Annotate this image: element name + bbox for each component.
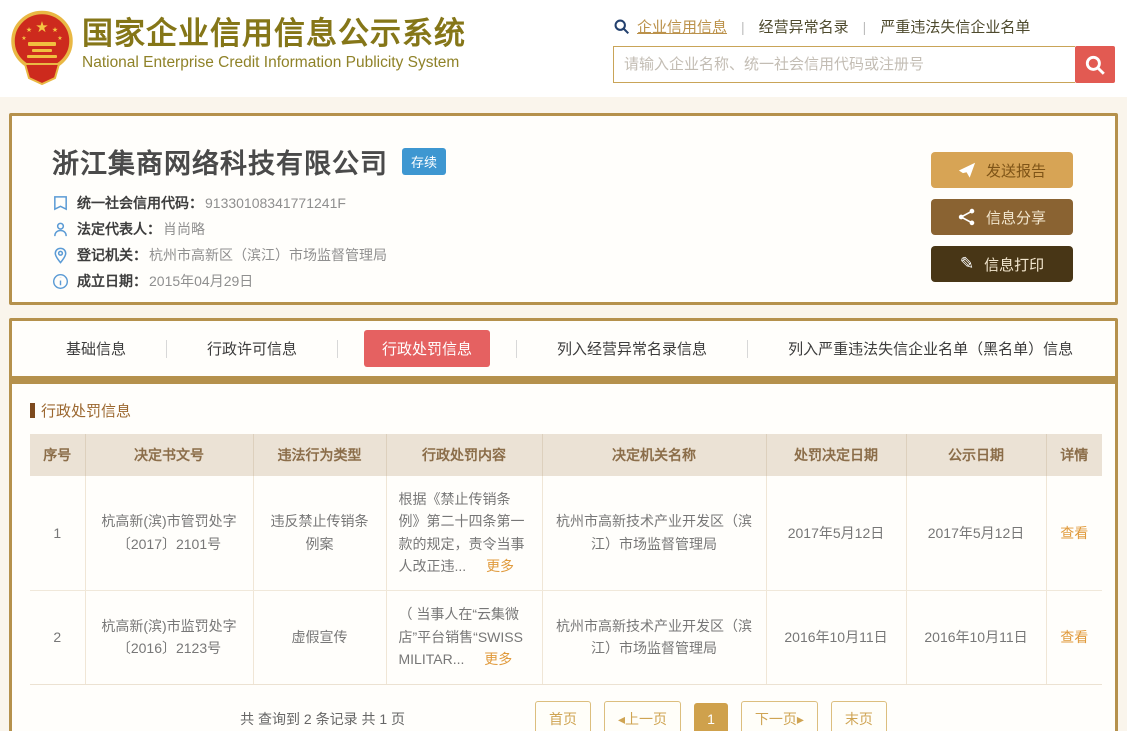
cell-decision-date: 2016年10月11日 xyxy=(766,590,906,684)
paper-plane-icon xyxy=(958,161,976,179)
tab-basic-info[interactable]: 基础信息 xyxy=(52,330,140,367)
gold-divider xyxy=(12,376,1115,384)
field-establishment-date: 成立日期： 2015年04月29日 xyxy=(52,271,446,291)
cell-index: 1 xyxy=(30,476,85,590)
penalty-section: 行政处罚信息 序号 决定书文号 违法行为类型 行政处罚内容 决定机关名称 处罚决… xyxy=(12,384,1115,731)
more-link[interactable]: 更多 xyxy=(486,558,514,574)
nav-link-abnormal-list[interactable]: 经营异常名录 xyxy=(759,16,849,37)
detail-panel: 基础信息 行政许可信息 行政处罚信息 列入经营异常名录信息 列入严重违法失信企业… xyxy=(9,318,1118,731)
search-button[interactable] xyxy=(1075,46,1115,83)
col-header-publish-date: 公示日期 xyxy=(906,434,1046,476)
tab-admin-license[interactable]: 行政许可信息 xyxy=(193,330,311,367)
tab-blacklist[interactable]: 列入严重违法失信企业名单（黑名单）信息 xyxy=(774,330,1087,367)
header-right: 企业信用信息 | 经营异常名录 | 严重违法失信企业名单 xyxy=(613,8,1115,97)
location-icon xyxy=(52,247,69,264)
tab-separator xyxy=(337,340,338,358)
site-header: ★ ★ ★ ★ ★ 国家企业信用信息公示系统 National Enterpri… xyxy=(0,0,1127,97)
svg-text:★: ★ xyxy=(52,26,58,34)
search-button-icon xyxy=(1084,54,1106,76)
site-logo[interactable]: ★ ★ ★ ★ ★ 国家企业信用信息公示系统 National Enterpri… xyxy=(10,8,466,97)
more-link[interactable]: 更多 xyxy=(484,651,512,667)
cell-penalty-content: 根据《禁止传销条例》第二十四条第一款的规定，责令当事人改正违... 更多 xyxy=(386,476,542,590)
cell-detail: 查看 xyxy=(1046,590,1102,684)
current-page-button[interactable]: 1 xyxy=(694,703,728,731)
certificate-icon xyxy=(52,195,69,212)
cell-violation-type: 虚假宣传 xyxy=(253,590,386,684)
field-registration-authority: 登记机关： 杭州市高新区（滨江）市场监督管理局 xyxy=(52,245,446,265)
nav-link-blacklist[interactable]: 严重违法失信企业名单 xyxy=(880,16,1030,37)
cell-penalty-content: （ 当事人在“云集微店”平台销售“SWISS MILITAR... 更多 xyxy=(386,590,542,684)
nav-link-enterprise-credit[interactable]: 企业信用信息 xyxy=(637,16,727,37)
national-emblem-icon: ★ ★ ★ ★ ★ xyxy=(10,10,74,86)
cell-index: 2 xyxy=(30,590,85,684)
cell-violation-type: 违反禁止传销条例案 xyxy=(253,476,386,590)
last-page-button[interactable]: 末页 xyxy=(831,701,887,731)
prev-page-button[interactable]: ◂上一页 xyxy=(604,701,681,731)
tab-separator xyxy=(516,340,517,358)
svg-text:★: ★ xyxy=(57,35,62,42)
company-name: 浙江集商网络科技有限公司 xyxy=(52,142,388,181)
action-buttons: 发送报告 信息分享 ✎ 信息打印 xyxy=(931,142,1073,292)
cell-publish-date: 2016年10月11日 xyxy=(906,590,1046,684)
tab-admin-penalty[interactable]: 行政处罚信息 xyxy=(364,330,490,367)
section-title: 行政处罚信息 xyxy=(30,400,1097,421)
cell-doc-no: 杭高新(滨)市监罚处字〔2016〕2123号 xyxy=(85,590,253,684)
tab-abnormal-operations[interactable]: 列入经营异常名录信息 xyxy=(543,330,721,367)
status-badge: 存续 xyxy=(402,148,446,175)
nav-separator: | xyxy=(863,19,867,35)
cell-publish-date: 2017年5月12日 xyxy=(906,476,1046,590)
view-link[interactable]: 查看 xyxy=(1060,525,1088,541)
col-header-index: 序号 xyxy=(30,434,85,476)
table-row: 1 杭高新(滨)市管罚处字〔2017〕2101号 违反禁止传销条例案 根据《禁止… xyxy=(30,476,1102,590)
col-header-decision-date: 处罚决定日期 xyxy=(766,434,906,476)
view-link[interactable]: 查看 xyxy=(1060,629,1088,645)
search-bar xyxy=(613,46,1115,83)
cell-authority: 杭州市高新技术产业开发区（滨江）市场监督管理局 xyxy=(542,476,766,590)
search-icon xyxy=(613,18,630,35)
nav-separator: | xyxy=(741,19,745,35)
col-header-violation-type: 违法行为类型 xyxy=(253,434,386,476)
table-header-row: 序号 决定书文号 违法行为类型 行政处罚内容 决定机关名称 处罚决定日期 公示日… xyxy=(30,434,1102,476)
svg-text:★: ★ xyxy=(35,19,48,36)
cell-doc-no: 杭高新(滨)市管罚处字〔2017〕2101号 xyxy=(85,476,253,590)
search-input[interactable] xyxy=(613,46,1075,83)
print-info-button[interactable]: ✎ 信息打印 xyxy=(931,246,1073,282)
col-header-doc-no: 决定书文号 xyxy=(85,434,253,476)
send-report-button[interactable]: 发送报告 xyxy=(931,152,1073,188)
title-marker xyxy=(30,403,35,418)
field-credit-code: 统一社会信用代码： 91330108341771241F xyxy=(52,193,446,213)
cell-detail: 查看 xyxy=(1046,476,1102,590)
company-card: 浙江集商网络科技有限公司 存续 统一社会信用代码： 91330108341771… xyxy=(9,113,1118,305)
penalty-table: 序号 决定书文号 违法行为类型 行政处罚内容 决定机关名称 处罚决定日期 公示日… xyxy=(30,434,1102,685)
table-row: 2 杭高新(滨)市监罚处字〔2016〕2123号 虚假宣传 （ 当事人在“云集微… xyxy=(30,590,1102,684)
record-count-summary: 共 查询到 2 条记录 共 1 页 xyxy=(240,709,405,729)
top-nav: 企业信用信息 | 经营异常名录 | 严重违法失信企业名单 xyxy=(613,16,1115,37)
tab-bar: 基础信息 行政许可信息 行政处罚信息 列入经营异常名录信息 列入严重违法失信企业… xyxy=(12,321,1115,376)
cell-authority: 杭州市高新技术产业开发区（滨江）市场监督管理局 xyxy=(542,590,766,684)
svg-text:★: ★ xyxy=(26,26,32,34)
col-header-detail: 详情 xyxy=(1046,434,1102,476)
info-icon xyxy=(52,273,69,290)
share-icon xyxy=(958,208,976,226)
col-header-authority: 决定机关名称 xyxy=(542,434,766,476)
col-header-penalty-content: 行政处罚内容 xyxy=(386,434,542,476)
next-page-button[interactable]: 下一页▸ xyxy=(741,701,818,731)
tab-separator xyxy=(166,340,167,358)
company-info: 浙江集商网络科技有限公司 存续 统一社会信用代码： 91330108341771… xyxy=(52,142,446,292)
site-title: 国家企业信用信息公示系统 xyxy=(82,16,466,52)
site-subtitle: National Enterprise Credit Information P… xyxy=(82,54,466,72)
first-page-button[interactable]: 首页 xyxy=(535,701,591,731)
field-legal-representative: 法定代表人： 肖尚略 xyxy=(52,219,446,239)
person-icon xyxy=(52,221,69,238)
brand-text: 国家企业信用信息公示系统 National Enterprise Credit … xyxy=(82,8,466,72)
cell-decision-date: 2017年5月12日 xyxy=(766,476,906,590)
svg-text:★: ★ xyxy=(21,35,26,42)
pencil-icon: ✎ xyxy=(960,255,974,273)
pagination: 共 查询到 2 条记录 共 1 页 首页 ◂上一页 1 下一页▸ 末页 xyxy=(30,701,1097,731)
share-info-button[interactable]: 信息分享 xyxy=(931,199,1073,235)
tab-separator xyxy=(747,340,748,358)
